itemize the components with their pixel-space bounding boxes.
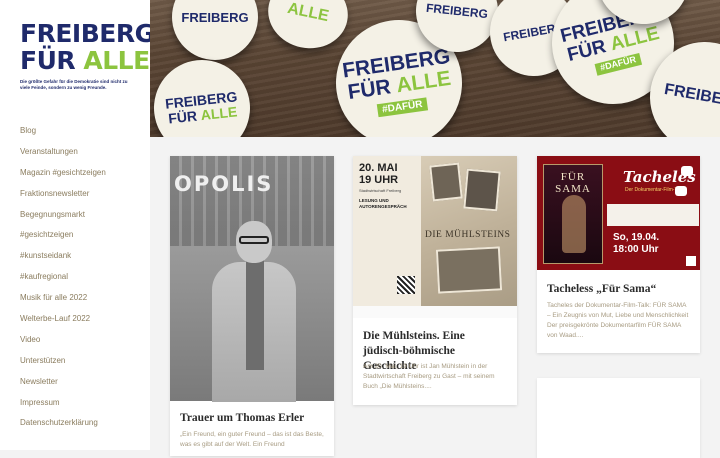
nav-item-welterbe-lauf[interactable]: Welterbe-Lauf 2022 [20,312,106,333]
poster-photo [463,168,501,212]
nav-item-kunstseidank[interactable]: #kunstseidank [20,249,106,270]
site-logo[interactable]: FREIBERG FÜR ALLE Die größte Gefahr für … [20,19,155,91]
poster-title: DIE MÜHLSTEINS [425,230,511,240]
post-excerpt: Tacheles der Dokumentar-Film-Talk: FÜR S… [547,302,689,339]
post-card[interactable]: OPOLIS Trauer um Thomas Erler „Ein Freun… [170,156,334,456]
post-excerpt: Am 20. Mai, 19 Uhr ist Jan Mühlstein in … [363,363,495,390]
nav-item-veranstaltungen[interactable]: Veranstaltungen [20,145,106,166]
poster-heading: LESUNG UND AUTORENGESPRÄCH [359,198,407,209]
sponsor-logos [353,306,517,318]
hero-image: FREIBERG FREIBERG FÜR ALLE ALLE FREIBERG… [150,0,720,137]
poster-date: 20. MAI 19 UHR [359,162,399,186]
event-info-box [607,204,699,226]
film-poster: FÜR SAMA [543,164,603,264]
portrait-figure [212,216,296,402]
partner-logo-icon [686,256,696,266]
logo-line-2: FÜR ALLE [20,46,150,75]
main-navigation: Blog Veranstaltungen Magazin #gesichtzei… [20,124,106,437]
nav-item-datenschutz[interactable]: Datenschutzerklärung [20,416,106,437]
post-title[interactable]: Tacheless „Für Sama“ [547,282,690,297]
building-sign: OPOLIS [174,172,274,196]
logo-word-fuer: FÜR [20,46,76,75]
nav-item-kaufregional[interactable]: #kaufregional [20,270,106,291]
nav-item-magazin[interactable]: Magazin #gesichtzeigen [20,166,106,187]
sidebar: FREIBERG FÜR ALLE Die größte Gefahr für … [0,0,155,450]
poster-photo [429,162,463,202]
post-image[interactable]: FÜR SAMA Tacheles Der Dokumentar-Film-Ta… [537,156,700,270]
nav-item-unterstuetzen[interactable]: Unterstützen [20,354,106,375]
post-image[interactable]: OPOLIS [170,156,334,402]
speech-bubble-icon [675,186,687,196]
post-excerpt: „Ein Freund, ein guter Freund – das ist … [180,431,324,448]
film-title: FÜR SAMA [555,171,591,195]
nav-item-newsletter[interactable]: Newsletter [20,375,106,396]
post-card[interactable]: 20. MAI 19 UHR Stadtwirtschaft Freiberg L… [353,156,517,405]
logo-line-1: FREIBERG [20,19,155,48]
nav-item-gesichtzeigen[interactable]: #gesichtzeigen [20,228,106,249]
poster-date: So, 19.04. 18:00 Uhr [613,232,660,255]
nav-item-fraktionsnewsletter[interactable]: Fraktionsnewsletter [20,187,106,208]
post-image[interactable]: 20. MAI 19 UHR Stadtwirtschaft Freiberg L… [353,156,517,318]
site-tagline: Die größte Gefahr für die Demokratie sin… [20,79,128,90]
nav-item-blog[interactable]: Blog [20,124,106,145]
qr-code-icon [397,276,415,294]
post-title[interactable]: Trauer um Thomas Erler [180,411,324,426]
poster-photo [435,246,503,294]
post-card[interactable]: FÜR SAMA Tacheles Der Dokumentar-Film-Ta… [537,156,700,353]
logo-word-alle: ALLE [83,46,150,75]
nav-item-begegnungsmarkt[interactable]: Begegnungsmarkt [20,208,106,229]
nav-item-musik[interactable]: Musik für alle 2022 [20,291,106,312]
speech-bubble-icon [681,166,693,176]
post-card[interactable] [537,378,700,458]
poster-place: Stadtwirtschaft Freiberg [359,188,402,193]
nav-item-impressum[interactable]: Impressum [20,396,106,417]
nav-item-video[interactable]: Video [20,333,106,354]
